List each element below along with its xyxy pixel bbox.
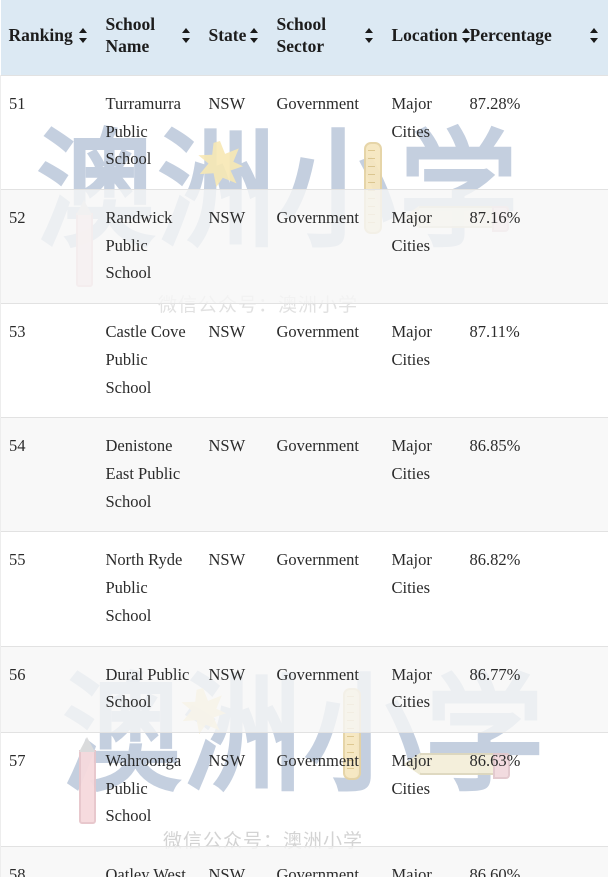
cell-school-sector: Government bbox=[268, 74, 384, 190]
table-body: 51 Turramurra Public School NSW Governme… bbox=[0, 74, 608, 877]
table-header: Ranking School Name State School Sector … bbox=[0, 0, 608, 76]
cell-state: NSW bbox=[200, 188, 269, 304]
column-header-school-sector[interactable]: School Sector bbox=[268, 0, 384, 76]
cell-location: Major Cities bbox=[383, 417, 462, 532]
cell-location: Major Cities bbox=[383, 846, 462, 877]
sort-updown-icon[interactable] bbox=[78, 27, 88, 44]
cell-school-sector: Government bbox=[268, 731, 384, 847]
cell-school-name: Castle Cove Public School bbox=[97, 303, 201, 418]
sort-updown-icon[interactable] bbox=[181, 27, 191, 44]
column-header-label: Ranking bbox=[8, 25, 73, 46]
cell-location: Major Cities bbox=[383, 731, 462, 847]
cell-school-name: Wahroonga Public School bbox=[97, 731, 201, 847]
sort-updown-icon[interactable] bbox=[461, 27, 471, 44]
cell-percentage: 86.63% bbox=[461, 731, 608, 847]
cell-school-sector: Government bbox=[268, 417, 384, 532]
cell-state: NSW bbox=[200, 846, 269, 877]
column-header-label: State bbox=[208, 25, 247, 46]
cell-location: Major Cities bbox=[383, 74, 462, 190]
cell-percentage: 86.77% bbox=[461, 645, 608, 733]
column-header-location[interactable]: Location bbox=[383, 0, 470, 76]
cell-location: Major Cities bbox=[383, 645, 462, 733]
table-row[interactable]: 55 North Ryde Public School NSW Governme… bbox=[0, 531, 608, 647]
cell-school-sector: Government bbox=[268, 645, 384, 733]
cell-percentage: 86.60% bbox=[461, 846, 608, 877]
column-header-label: Percentage bbox=[469, 25, 552, 46]
table-row[interactable]: 53 Castle Cove Public School NSW Governm… bbox=[0, 303, 608, 418]
cell-ranking: 55 bbox=[0, 531, 98, 647]
cell-school-sector: Government bbox=[268, 188, 384, 304]
table-row[interactable]: 51 Turramurra Public School NSW Governme… bbox=[0, 74, 608, 190]
cell-school-sector: Government bbox=[268, 846, 384, 877]
table-row[interactable]: 54 Denistone East Public School NSW Gove… bbox=[0, 417, 608, 532]
column-header-label: Location bbox=[391, 25, 458, 46]
sort-updown-icon[interactable] bbox=[589, 27, 599, 44]
sort-updown-icon[interactable] bbox=[364, 27, 374, 44]
cell-state: NSW bbox=[200, 74, 269, 190]
cell-percentage: 86.82% bbox=[461, 531, 608, 647]
cell-ranking: 54 bbox=[0, 417, 98, 532]
cell-state: NSW bbox=[200, 531, 269, 647]
cell-ranking: 57 bbox=[0, 731, 98, 847]
cell-school-name: Dural Public School bbox=[97, 645, 201, 733]
table-row[interactable]: 56 Dural Public School NSW Government Ma… bbox=[0, 645, 608, 733]
cell-school-name: North Ryde Public School bbox=[97, 531, 201, 647]
table-row[interactable]: 57 Wahroonga Public School NSW Governmen… bbox=[0, 731, 608, 847]
cell-percentage: 87.11% bbox=[461, 303, 608, 418]
table-header-row: Ranking School Name State School Sector … bbox=[0, 0, 608, 76]
cell-location: Major Cities bbox=[383, 531, 462, 647]
cell-school-sector: Government bbox=[268, 531, 384, 647]
table-row[interactable]: 52 Randwick Public School NSW Government… bbox=[0, 188, 608, 304]
cell-ranking: 56 bbox=[0, 645, 98, 733]
column-header-ranking[interactable]: Ranking bbox=[0, 0, 98, 76]
column-header-label: School Name bbox=[105, 14, 156, 57]
cell-ranking: 58 bbox=[0, 846, 98, 877]
table-row[interactable]: 58 Oatley West Public School NSW Governm… bbox=[0, 846, 608, 877]
cell-percentage: 87.16% bbox=[461, 188, 608, 304]
column-header-label: School Sector bbox=[276, 14, 327, 57]
cell-school-name: Turramurra Public School bbox=[97, 74, 201, 190]
cell-school-name: Oatley West Public School bbox=[97, 846, 201, 877]
cell-state: NSW bbox=[200, 731, 269, 847]
school-ranking-table-container: Ranking School Name State School Sector … bbox=[0, 0, 608, 877]
cell-school-sector: Government bbox=[268, 303, 384, 418]
cell-location: Major Cities bbox=[383, 303, 462, 418]
cell-state: NSW bbox=[200, 645, 269, 733]
cell-percentage: 86.85% bbox=[461, 417, 608, 532]
sort-updown-icon[interactable] bbox=[250, 27, 259, 44]
cell-school-name: Randwick Public School bbox=[97, 188, 201, 304]
column-header-school-name[interactable]: School Name bbox=[97, 0, 201, 76]
column-header-percentage[interactable]: Percentage bbox=[461, 0, 608, 76]
school-ranking-table: Ranking School Name State School Sector … bbox=[0, 0, 608, 877]
column-header-state[interactable]: State bbox=[200, 0, 269, 76]
cell-ranking: 51 bbox=[0, 74, 98, 190]
cell-ranking: 53 bbox=[0, 303, 98, 418]
cell-percentage: 87.28% bbox=[461, 74, 608, 190]
cell-ranking: 52 bbox=[0, 188, 98, 304]
cell-location: Major Cities bbox=[383, 188, 462, 304]
cell-state: NSW bbox=[200, 417, 269, 532]
page-root: 澳洲小学 澳洲小学 微信公众号：澳洲小学 微信公众号：澳洲小学 Ranking bbox=[0, 0, 608, 877]
cell-school-name: Denistone East Public School bbox=[97, 417, 201, 532]
cell-state: NSW bbox=[200, 303, 269, 418]
